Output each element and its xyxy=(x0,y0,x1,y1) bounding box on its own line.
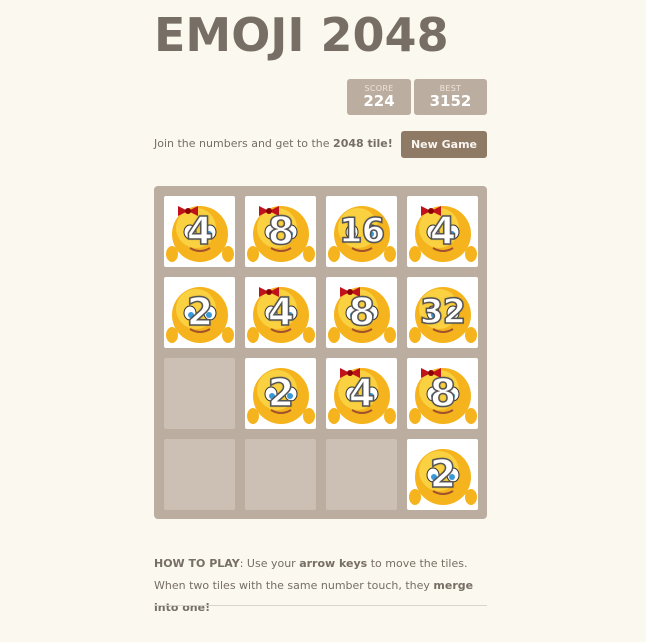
tile-value: 2 xyxy=(429,451,457,497)
tile: 4 xyxy=(326,358,397,429)
tile: 2 xyxy=(164,277,235,348)
grid-cell xyxy=(245,439,316,510)
tile: 32 xyxy=(407,277,478,348)
tile: 4 xyxy=(164,196,235,267)
grid-cell xyxy=(164,358,235,429)
game-board: 4 8 16 4 2 4 8 32 2 4 8 2 xyxy=(154,186,487,519)
tile-value: 32 xyxy=(419,291,467,333)
tile: 4 xyxy=(245,277,316,348)
how-to-play: HOW TO PLAY: Use your arrow keys to move… xyxy=(154,553,487,619)
tile: 2 xyxy=(245,358,316,429)
intro-text-goal: 2048 tile! xyxy=(333,137,393,150)
intro-text: Join the numbers and get to the 2048 til… xyxy=(154,137,393,150)
tile-value: 4 xyxy=(267,289,295,335)
score-value: 224 xyxy=(363,92,395,110)
tile-value: 16 xyxy=(338,210,386,252)
tile: 8 xyxy=(326,277,397,348)
tile-value: 4 xyxy=(429,208,457,254)
grid-cell xyxy=(164,439,235,510)
tile: 2 xyxy=(407,439,478,510)
new-game-button[interactable]: New Game xyxy=(401,131,487,158)
intro-text-plain: Join the numbers and get to the xyxy=(154,137,334,150)
best-value: 3152 xyxy=(429,92,472,110)
tile-value: 4 xyxy=(348,370,376,416)
tile: 8 xyxy=(245,196,316,267)
tile-value: 8 xyxy=(429,370,457,416)
tile: 16 xyxy=(326,196,397,267)
tile: 8 xyxy=(407,358,478,429)
how-to-play-label: HOW TO PLAY xyxy=(154,557,240,570)
game-title: EMOJI 2048 xyxy=(154,8,449,62)
tile-value: 2 xyxy=(267,370,295,416)
tile: 4 xyxy=(407,196,478,267)
tile-value: 4 xyxy=(186,208,214,254)
tile-value: 2 xyxy=(186,289,214,335)
divider xyxy=(154,605,487,606)
best-score-box: BEST 3152 xyxy=(414,79,487,115)
grid-cell xyxy=(326,439,397,510)
how-to-play-arrow-keys: arrow keys xyxy=(299,557,368,570)
how-to-play-text-1: : Use your xyxy=(239,557,300,570)
tile-value: 8 xyxy=(348,289,376,335)
score-box: SCORE 224 xyxy=(347,79,411,115)
tile-value: 8 xyxy=(267,208,295,254)
